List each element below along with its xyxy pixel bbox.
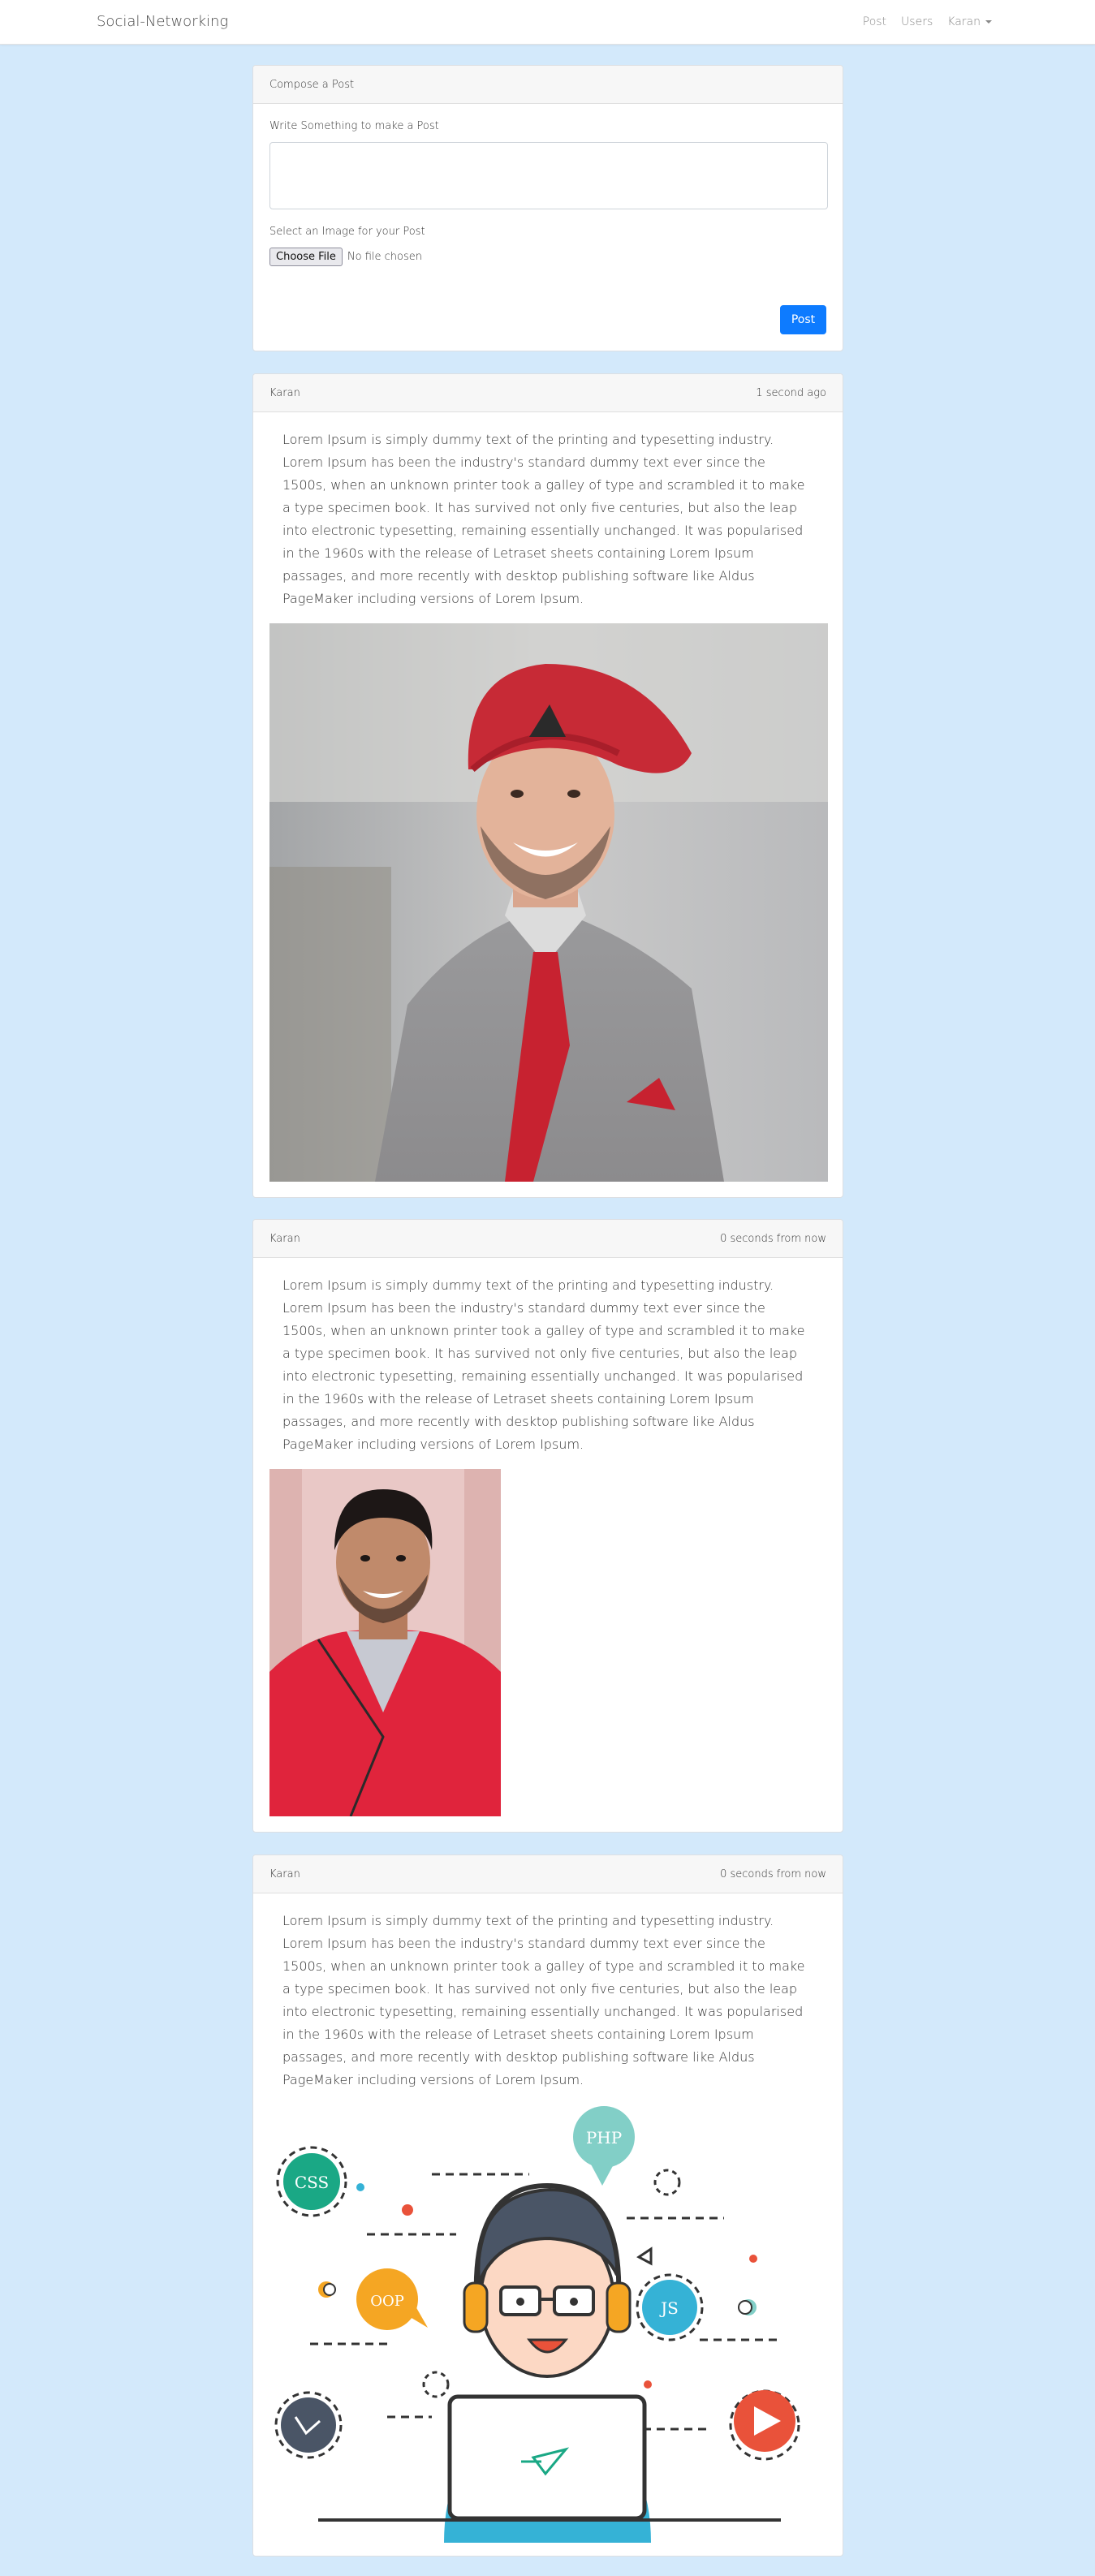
top-navbar: Social-Networking Post Users Karan bbox=[0, 0, 1095, 45]
badge-php: PHP bbox=[586, 2128, 622, 2147]
portrait-turban-photo bbox=[269, 623, 828, 1182]
post-text: Lorem Ipsum is simply dummy text of the … bbox=[282, 1913, 805, 2087]
post-timestamp: 1 second ago bbox=[756, 386, 826, 399]
nav-link-users[interactable]: Users bbox=[901, 15, 933, 28]
submit-post-button[interactable]: Post bbox=[780, 305, 826, 334]
caret-down-icon bbox=[985, 20, 992, 24]
portrait-red-jacket-photo bbox=[269, 1469, 501, 1816]
compose-title: Compose a Post bbox=[269, 78, 355, 91]
post-header: Karan 0 seconds from now bbox=[253, 1220, 843, 1258]
post-photo bbox=[269, 1469, 501, 1816]
brand-link[interactable]: Social-Networking bbox=[97, 13, 228, 30]
badge-oop: OOP bbox=[370, 2293, 404, 2310]
post-author[interactable]: Karan bbox=[269, 1233, 300, 1245]
post-author[interactable]: Karan bbox=[269, 387, 300, 399]
post-card: Karan 0 seconds from now Lorem Ipsum is … bbox=[252, 1219, 843, 1833]
file-input[interactable]: Choose File No file chosen bbox=[269, 248, 826, 266]
post-text-label: Write Something to make a Post bbox=[269, 120, 439, 132]
post-timestamp: 0 seconds from now bbox=[720, 1232, 826, 1245]
post-timestamp: 0 seconds from now bbox=[720, 1867, 826, 1880]
user-menu-dropdown[interactable]: Karan bbox=[947, 15, 992, 28]
post-body: Lorem Ipsum is simply dummy text of the … bbox=[253, 1258, 843, 1832]
compose-card-header: Compose a Post bbox=[253, 66, 843, 104]
post-card: Karan 0 seconds from now Lorem Ipsum is … bbox=[252, 1854, 843, 2557]
post-image-label: Select an Image for your Post bbox=[269, 226, 425, 238]
nav-links: Post Users Karan bbox=[863, 15, 992, 28]
post-photo bbox=[269, 623, 828, 1182]
post-text-input[interactable] bbox=[269, 142, 828, 209]
post-body: Lorem Ipsum is simply dummy text of the … bbox=[253, 412, 843, 1197]
user-menu-label: Karan bbox=[947, 15, 981, 28]
compose-card: Compose a Post Write Something to make a… bbox=[252, 65, 843, 351]
file-status: No file chosen bbox=[347, 251, 422, 263]
post-text: Lorem Ipsum is simply dummy text of the … bbox=[282, 1277, 805, 1452]
choose-file-button[interactable]: Choose File bbox=[269, 248, 343, 266]
post-author[interactable]: Karan bbox=[269, 1868, 300, 1880]
post-text: Lorem Ipsum is simply dummy text of the … bbox=[282, 432, 805, 606]
badge-css: CSS bbox=[295, 2173, 329, 2192]
post-illustration: CSS PHP OOP JS bbox=[269, 2104, 828, 2543]
post-header: Karan 0 seconds from now bbox=[253, 1855, 843, 1893]
nav-link-post[interactable]: Post bbox=[863, 15, 886, 28]
post-header: Karan 1 second ago bbox=[253, 374, 843, 412]
compose-form: Write Something to make a Post Select an… bbox=[253, 104, 843, 282]
post-body: Lorem Ipsum is simply dummy text of the … bbox=[253, 1893, 843, 2556]
badge-js: JS bbox=[659, 2298, 679, 2318]
developer-illustration: CSS PHP OOP JS bbox=[269, 2104, 828, 2543]
post-card: Karan 1 second ago Lorem Ipsum is simply… bbox=[252, 373, 843, 1198]
